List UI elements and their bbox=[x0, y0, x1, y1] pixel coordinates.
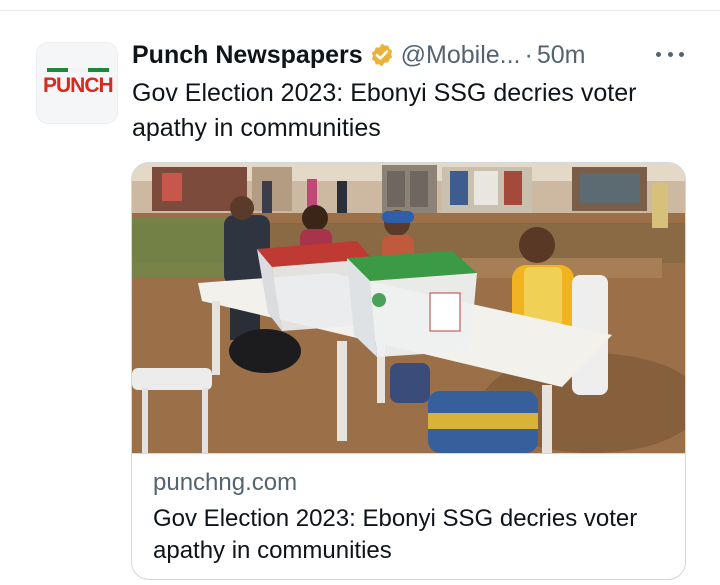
card-domain[interactable]: punchng.com bbox=[153, 469, 297, 497]
polling-unit-photo bbox=[132, 163, 685, 453]
verified-badge-icon bbox=[371, 43, 392, 67]
more-dot bbox=[667, 51, 673, 57]
avatar[interactable]: PUNCH bbox=[36, 42, 118, 124]
more-dot bbox=[656, 51, 661, 57]
separator-dot: · bbox=[524, 40, 533, 69]
logo-flag-stripe bbox=[47, 68, 110, 72]
card-image[interactable] bbox=[132, 163, 685, 454]
top-divider bbox=[0, 10, 720, 11]
author-name[interactable]: Punch Newspapers bbox=[132, 41, 363, 70]
link-preview-card[interactable]: punchng.com Gov Election 2023: Ebonyi SS… bbox=[131, 162, 686, 580]
author-handle[interactable]: @Mobile... bbox=[401, 41, 521, 70]
card-title[interactable]: Gov Election 2023: Ebonyi SSG decries vo… bbox=[153, 503, 673, 567]
tweet-text: Gov Election 2023: Ebonyi SSG decries vo… bbox=[132, 79, 637, 142]
tweet-header: Punch Newspapers @Mobile... · 50m bbox=[132, 38, 585, 72]
more-horizontal-icon[interactable] bbox=[654, 42, 686, 66]
more-dot bbox=[679, 51, 684, 57]
timestamp[interactable]: 50m bbox=[537, 41, 586, 70]
logo-text: PUNCH bbox=[43, 74, 114, 97]
punch-logo: PUNCH bbox=[43, 68, 114, 98]
